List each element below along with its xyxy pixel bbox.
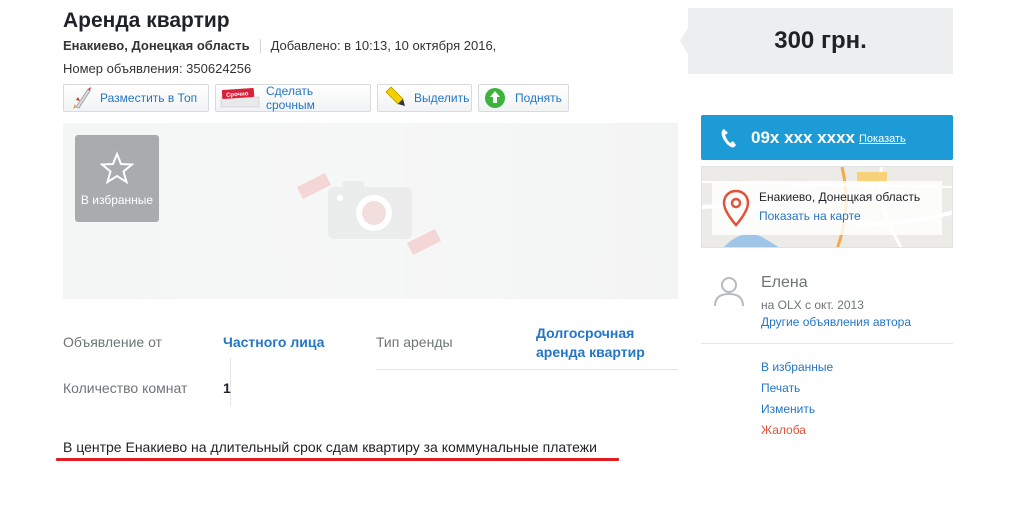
favorite-label: В избранные [80,192,154,207]
highlight-label: Выделить [414,91,470,105]
other-ads-link[interactable]: Другие объявления автора [761,315,911,329]
photo-gallery: В избранные [63,123,678,299]
raise-button[interactable]: Поднять [478,84,569,112]
user-name: Елена [761,274,808,291]
map-pin-icon [722,189,750,227]
show-phone-button[interactable]: 09x xxx xxxx Показать [701,115,953,160]
price: 300 грн. [680,8,953,74]
ad-meta: Енакиево, Донецкая область Добавлено: в … [63,38,496,53]
urgent-badge-icon: Срочно [220,86,260,110]
add-to-favorites-button[interactable]: В избранные [75,135,159,222]
user-avatar-icon [714,277,744,307]
phone-number: 09x xxx xxxx [751,127,855,147]
meta-divider [259,38,261,53]
ad-actions: Разместить в Топ Срочно Сделать срочным … [63,84,569,112]
map-preview[interactable] [701,166,953,248]
phone-icon [721,128,736,147]
param-divider [376,369,678,370]
ad-number: Номер объявления: 350624256 [63,61,252,76]
map-location: Енакиево, Донецкая область [759,190,921,204]
show-phone-link[interactable]: Показать [859,133,906,145]
ad-description: В центре Енакиево на длительный срок сда… [63,439,597,455]
report-link[interactable]: Жалоба [761,420,833,441]
make-urgent-button[interactable]: Срочно Сделать срочным [215,84,371,112]
highlight-button[interactable]: Выделить [377,84,472,112]
ad-title: Аренда квартир [63,9,230,32]
ad-added-date: Добавлено: в 10:13, 10 октября 2016, [270,38,497,53]
make-urgent-label: Сделать срочным [266,84,315,112]
param-rooms-value: 1 [223,380,231,396]
param-rent-value-line1[interactable]: Долгосрочная [536,325,634,341]
param-rent-value-line2[interactable]: аренда квартир [536,344,645,360]
param-rent-label: Тип аренды [376,334,453,350]
raise-up-icon [483,86,509,110]
user-since: на OLX с окт. 2013 [761,298,864,312]
promote-top-label: Разместить в Топ [100,91,198,105]
rocket-icon [68,86,94,110]
description-highlight-underline [56,458,619,461]
star-icon [100,150,134,184]
camera-placeholder-icon [297,173,441,255]
ad-links: В избранные Печать Изменить Жалоба [761,357,833,441]
param-from-label: Объявление от [63,334,162,350]
print-link[interactable]: Печать [761,378,833,399]
user-divider [701,343,953,344]
add-favorite-link[interactable]: В избранные [761,357,833,378]
param-from-value[interactable]: Частного лица [223,334,324,350]
show-on-map-link[interactable]: Показать на карте [759,209,861,223]
param-rooms-label: Количество комнат [63,380,188,396]
ad-location: Енакиево, Донецкая область [63,38,250,53]
marker-icon [382,86,408,110]
promote-top-button[interactable]: Разместить в Топ [63,84,209,112]
edit-link[interactable]: Изменить [761,399,833,420]
raise-label: Поднять [515,91,562,105]
